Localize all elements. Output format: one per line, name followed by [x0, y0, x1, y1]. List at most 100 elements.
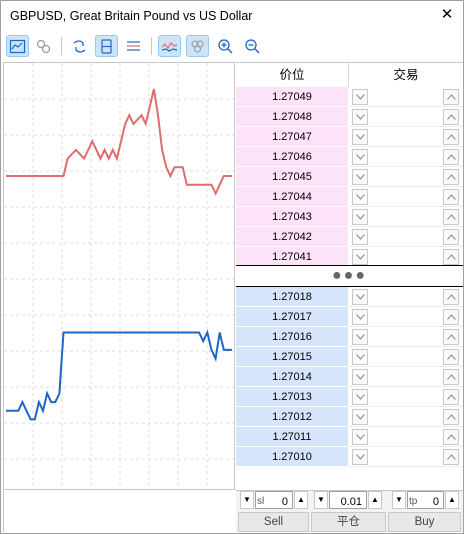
bid-row[interactable]: 1.27013	[236, 387, 463, 407]
buy-limit-button[interactable]	[443, 209, 459, 225]
ask-row[interactable]: 1.27047	[236, 127, 463, 147]
buy-limit-button[interactable]	[443, 309, 459, 325]
bid-price[interactable]: 1.27013	[236, 387, 349, 407]
sell-limit-button[interactable]	[352, 109, 368, 125]
sell-limit-button[interactable]	[352, 169, 368, 185]
tp-label: tp	[409, 496, 418, 507]
volume-input[interactable]: 0.01	[329, 491, 367, 509]
tick-chart-toggle-button[interactable]	[158, 35, 181, 57]
sl-increase-button[interactable]: ▲	[294, 491, 308, 509]
sell-limit-button[interactable]	[352, 249, 368, 265]
bid-row[interactable]: 1.27011	[236, 427, 463, 447]
buy-limit-button[interactable]	[443, 349, 459, 365]
sell-limit-button[interactable]	[352, 289, 368, 305]
ask-row[interactable]: 1.27041	[236, 247, 463, 267]
bid-price[interactable]: 1.27012	[236, 407, 349, 427]
sell-limit-button[interactable]	[352, 309, 368, 325]
buy-limit-button[interactable]	[443, 429, 459, 445]
volume-increase-button[interactable]: ▲	[368, 491, 382, 509]
buy-limit-button[interactable]	[443, 389, 459, 405]
ask-price[interactable]: 1.27049	[236, 87, 349, 107]
tp-decrease-button[interactable]: ▼	[392, 491, 406, 509]
ask-row[interactable]: 1.27044	[236, 187, 463, 207]
bid-price[interactable]: 1.27018	[236, 287, 349, 307]
sell-limit-button[interactable]	[352, 89, 368, 105]
buy-limit-button[interactable]	[443, 89, 459, 105]
buy-limit-button[interactable]	[443, 329, 459, 345]
bid-price[interactable]: 1.27015	[236, 347, 349, 367]
ask-price[interactable]: 1.27042	[236, 227, 349, 247]
bid-price[interactable]: 1.27017	[236, 307, 349, 327]
sell-limit-button[interactable]	[352, 409, 368, 425]
bid-row[interactable]: 1.27018	[236, 287, 463, 307]
ask-row[interactable]: 1.27043	[236, 207, 463, 227]
sell-limit-button[interactable]	[352, 349, 368, 365]
buy-limit-button[interactable]	[443, 449, 459, 465]
tp-increase-button[interactable]: ▲	[445, 491, 459, 509]
ask-price[interactable]: 1.27043	[236, 207, 349, 227]
trades-toggle-button[interactable]	[122, 35, 145, 57]
sell-limit-button[interactable]	[352, 389, 368, 405]
trade-column-header[interactable]: 交易	[349, 63, 463, 87]
bid-row[interactable]: 1.27015	[236, 347, 463, 367]
bid-row[interactable]: 1.27017	[236, 307, 463, 327]
sell-limit-button[interactable]	[352, 229, 368, 245]
bubbles-toggle-button[interactable]	[186, 35, 209, 57]
sl-decrease-button[interactable]: ▼	[240, 491, 254, 509]
depth-toggle-button[interactable]	[68, 35, 91, 57]
close-icon[interactable]: ✕	[438, 6, 456, 24]
bid-row[interactable]: 1.27012	[236, 407, 463, 427]
bid-price[interactable]: 1.27014	[236, 367, 349, 387]
tp-input[interactable]: tp 0	[407, 491, 444, 509]
ask-row[interactable]: 1.27046	[236, 147, 463, 167]
ask-price[interactable]: 1.27044	[236, 187, 349, 207]
ticks-toggle-button[interactable]	[32, 35, 55, 57]
sell-limit-button[interactable]	[352, 189, 368, 205]
sl-input[interactable]: sl 0	[255, 491, 293, 509]
sell-limit-button[interactable]	[352, 329, 368, 345]
sell-limit-button[interactable]	[352, 149, 368, 165]
ask-price[interactable]: 1.27045	[236, 167, 349, 187]
bid-price[interactable]: 1.27010	[236, 447, 349, 467]
ask-price[interactable]: 1.27041	[236, 247, 349, 267]
price-column-header[interactable]: 价位	[236, 63, 349, 87]
buy-limit-button[interactable]	[443, 169, 459, 185]
ask-row[interactable]: 1.27049	[236, 87, 463, 107]
ask-price[interactable]: 1.27047	[236, 127, 349, 147]
buy-limit-button[interactable]	[443, 369, 459, 385]
buy-limit-button[interactable]	[443, 289, 459, 305]
ask-row[interactable]: 1.27045	[236, 167, 463, 187]
sell-limit-button[interactable]	[352, 449, 368, 465]
bid-row[interactable]: 1.27010	[236, 447, 463, 467]
volume-toggle-button[interactable]	[95, 35, 118, 57]
ask-price[interactable]: 1.27046	[236, 147, 349, 167]
sell-limit-button[interactable]	[352, 129, 368, 145]
sell-limit-button[interactable]	[352, 429, 368, 445]
close-position-button[interactable]: 平仓	[311, 512, 386, 532]
zoom-in-button[interactable]	[214, 35, 237, 57]
ask-row[interactable]: 1.27048	[236, 107, 463, 127]
sell-limit-button[interactable]	[352, 209, 368, 225]
sell-button[interactable]: Sell	[238, 512, 309, 532]
tick-chart[interactable]	[3, 62, 235, 490]
bid-row[interactable]: 1.27016	[236, 327, 463, 347]
buy-limit-button[interactable]	[443, 149, 459, 165]
buy-limit-button[interactable]	[443, 409, 459, 425]
chevron-up-icon	[446, 254, 456, 260]
order-book-window: GBPUSD, Great Britain Pound vs US Dollar…	[0, 0, 464, 534]
bid-price[interactable]: 1.27011	[236, 427, 349, 447]
buy-limit-button[interactable]	[443, 249, 459, 265]
ask-row[interactable]: 1.27042	[236, 227, 463, 247]
sell-limit-button[interactable]	[352, 369, 368, 385]
chart-toggle-button[interactable]	[6, 35, 29, 57]
buy-limit-button[interactable]	[443, 129, 459, 145]
bid-row[interactable]: 1.27014	[236, 367, 463, 387]
volume-decrease-button[interactable]: ▼	[314, 491, 328, 509]
zoom-out-button[interactable]	[241, 35, 264, 57]
ask-price[interactable]: 1.27048	[236, 107, 349, 127]
buy-limit-button[interactable]	[443, 229, 459, 245]
buy-limit-button[interactable]	[443, 189, 459, 205]
buy-limit-button[interactable]	[443, 109, 459, 125]
bid-price[interactable]: 1.27016	[236, 327, 349, 347]
buy-button[interactable]: Buy	[388, 512, 461, 532]
